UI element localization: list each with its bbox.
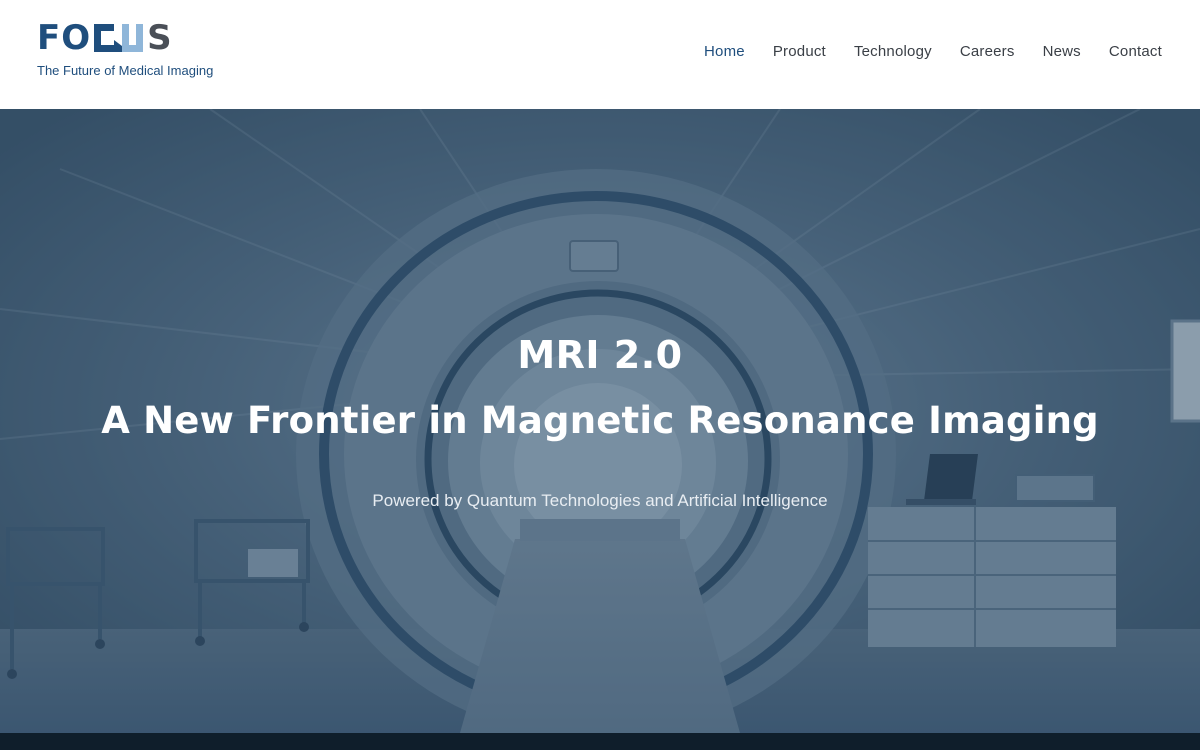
site-header: FO S The Future of Medical Imaging Home … (0, 0, 1200, 109)
hero-subtitle: A New Frontier in Magnetic Resonance Ima… (101, 399, 1099, 442)
logo-text-part2: S (147, 18, 173, 58)
logo-text-part1: FO (37, 18, 92, 58)
brand-tagline: The Future of Medical Imaging (37, 63, 214, 78)
nav-item-technology[interactable]: Technology (854, 43, 932, 60)
footer-strip (0, 733, 1200, 750)
nav-item-contact[interactable]: Contact (1109, 43, 1162, 60)
hero-section: MRI 2.0 A New Frontier in Magnetic Reson… (0, 109, 1200, 733)
nav-item-news[interactable]: News (1043, 43, 1081, 60)
logo-wordmark: FO S (37, 20, 173, 56)
nav-item-home[interactable]: Home (704, 43, 745, 60)
hero-title: MRI 2.0 (517, 333, 683, 377)
nav-item-product[interactable]: Product (773, 43, 826, 60)
main-nav: Home Product Technology Careers News Con… (704, 43, 1162, 60)
logo-bracket-mark-icon (94, 24, 144, 52)
hero-tagline: Powered by Quantum Technologies and Arti… (372, 491, 828, 510)
hero-content: MRI 2.0 A New Frontier in Magnetic Reson… (0, 109, 1200, 733)
nav-item-careers[interactable]: Careers (960, 43, 1015, 60)
logo[interactable]: FO S The Future of Medical Imaging (37, 20, 237, 82)
